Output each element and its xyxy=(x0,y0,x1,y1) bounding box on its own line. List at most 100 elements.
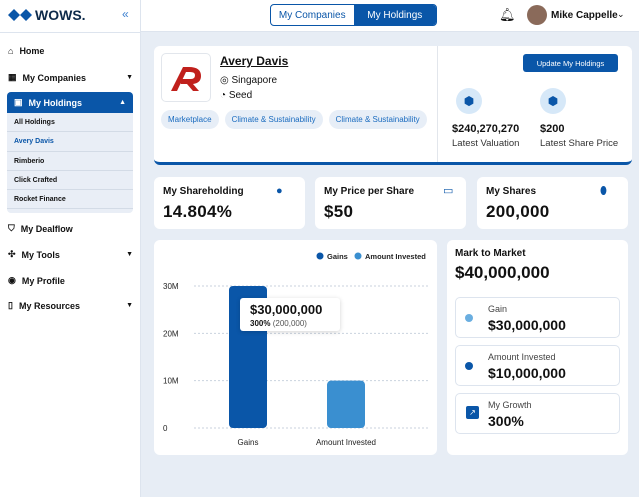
stat-card-price: My Price per Share $50 ▭ xyxy=(315,177,466,229)
bar-amount-invested[interactable] xyxy=(327,380,365,428)
stat-value: 14.804% xyxy=(163,202,233,221)
mtm-value: $40,000,000 xyxy=(455,263,550,282)
y-tick-label: 0 xyxy=(163,424,168,433)
bell-icon[interactable]: 🔔︎ xyxy=(499,7,516,23)
holding-item[interactable]: Click Crafted xyxy=(7,171,133,191)
label: My Profile xyxy=(21,275,65,286)
chevron-down-icon: ▼ xyxy=(126,302,133,309)
latest-valuation: $240,270,270 xyxy=(452,123,520,135)
growth-value: 300% xyxy=(488,413,524,429)
sidebar-item-my-profile[interactable]: ◉ My Profile xyxy=(8,275,133,286)
bar-chart: 0 10M 20M 30M Gains Amount Invested Gains Amoun… xyxy=(163,252,430,447)
shield-icon: ⛉ xyxy=(8,223,15,233)
user-name[interactable]: Mike Cappelle xyxy=(551,10,618,21)
company-card: Avery Davis ◎ Singapore ◔ Seed Marketpla… xyxy=(154,46,632,165)
tab-my-holdings[interactable]: My Holdings xyxy=(353,5,436,25)
tools-icon: ✣ xyxy=(8,249,16,259)
legend-label: Gains xyxy=(327,252,348,261)
stat-value: 200,000 xyxy=(486,202,550,221)
chevron-down-icon: ▼ xyxy=(126,251,133,258)
book-icon: ▯ xyxy=(8,300,13,310)
label: My Resources xyxy=(18,300,80,311)
holding-item[interactable]: All Holdings xyxy=(7,113,133,133)
latest-share-price-label: Latest Share Price xyxy=(540,138,619,149)
home-icon: ⌂ xyxy=(8,46,14,56)
boxes-icon: ▣ xyxy=(14,97,23,107)
update-holdings-button[interactable]: Update My Holdings xyxy=(523,54,618,72)
y-tick-label: 10M xyxy=(163,377,179,386)
invested-value: $10,000,000 xyxy=(488,365,566,381)
sidebar-item-my-tools[interactable]: ✣ My Tools ▼ xyxy=(8,249,133,260)
location: ◎ Singapore xyxy=(220,75,278,86)
sidebar: WOWS. « ⌂ Home ▦ My Companies ▼ ▣ My Holding… xyxy=(0,0,141,497)
sidebar-item-my-companies[interactable]: ▦ My Companies ▼ xyxy=(8,72,133,83)
growth-label: My Growth xyxy=(488,400,532,410)
holding-item[interactable]: Rimberio xyxy=(7,152,133,171)
growth-box: ↗ My Growth 300% xyxy=(455,393,620,434)
holding-item-active[interactable]: Avery Davis xyxy=(7,132,133,152)
legend-label: Amount Invested xyxy=(365,252,426,261)
stat-card-shareholding: My Shareholding 14.804% ● xyxy=(154,177,305,229)
presentation-icon: ▭ xyxy=(443,185,454,197)
latest-share-price: $200 xyxy=(540,123,565,135)
money-bag-icon: ⬮ xyxy=(600,185,607,197)
x-tick-label: Gains xyxy=(238,438,259,447)
logo: WOWS. xyxy=(8,7,86,23)
piggy-bank-icon: ● xyxy=(276,185,283,197)
label: My Holdings xyxy=(28,97,83,108)
stat-label: My Shareholding xyxy=(163,186,244,197)
view-toggle: My Companies My Holdings xyxy=(270,4,437,26)
tooltip-value: $30,000,000 xyxy=(250,302,323,317)
stage: ◔ Seed xyxy=(220,90,253,101)
label: My Dealflow xyxy=(20,223,73,234)
mtm-title: Mark to Market xyxy=(455,248,526,259)
chart-card: 0 10M 20M 30M Gains Amount Invested Gains Amoun… xyxy=(154,240,437,455)
sidebar-item-home[interactable]: ⌂ Home xyxy=(8,46,133,56)
chevron-down-icon[interactable]: ⌄ xyxy=(617,9,625,20)
legend-marker xyxy=(316,252,324,260)
x-tick-label: Amount Invested xyxy=(316,438,376,447)
tag: Climate & Sustainability xyxy=(328,110,427,129)
label: My Tools xyxy=(21,249,60,260)
sidebar-item-my-holdings[interactable]: ▣ My Holdings ▲ xyxy=(7,92,133,113)
invested-dot xyxy=(465,362,473,370)
sidebar-item-my-resources[interactable]: ▯ My Resources ▼ xyxy=(8,300,133,311)
company-logo-icon xyxy=(171,66,201,91)
sidebar-item-my-dealflow[interactable]: ⛉ My Dealflow xyxy=(8,223,133,234)
trend-icon: ↗ xyxy=(466,406,479,419)
stage-text: Seed xyxy=(228,90,253,101)
gain-box: Gain $30,000,000 xyxy=(455,297,620,338)
latest-valuation-label: Latest Valuation xyxy=(452,138,520,149)
gain-dot xyxy=(465,314,473,322)
logo-icon xyxy=(8,9,32,21)
tags: Marketplace Climate & Sustainability Cli… xyxy=(161,110,427,129)
stat-label: My Shares xyxy=(486,186,537,197)
legend-marker xyxy=(354,252,362,260)
tooltip-pct: 300% xyxy=(250,319,271,328)
chart-tooltip: $30,000,000 300% (200,000) xyxy=(240,298,340,331)
chevron-down-icon: ▼ xyxy=(126,74,133,81)
tooltip-shares: (200,000) xyxy=(272,319,307,328)
avatar[interactable] xyxy=(527,5,547,25)
tag: Marketplace xyxy=(161,110,219,129)
gain-label: Gain xyxy=(488,304,508,314)
y-tick-label: 20M xyxy=(163,329,179,338)
cube-icon: ⬢ xyxy=(540,88,566,114)
stat-card-shares: My Shares 200,000 ⬮ xyxy=(477,177,628,229)
tab-my-companies[interactable]: My Companies xyxy=(271,5,354,25)
y-tick-label: 30M xyxy=(163,282,179,291)
location-text: Singapore xyxy=(231,75,278,86)
cube-icon: ⬢ xyxy=(456,88,482,114)
holding-item[interactable]: Rocket Finance xyxy=(7,190,133,210)
label: My Companies xyxy=(22,72,87,83)
chevron-up-icon: ▲ xyxy=(119,99,126,106)
user-icon: ◉ xyxy=(8,275,16,285)
invested-label: Amount Invested xyxy=(488,352,556,362)
company-name[interactable]: Avery Davis xyxy=(220,54,288,68)
amount-invested-box: Amount Invested $10,000,000 xyxy=(455,345,620,386)
collapse-sidebar-icon[interactable]: « xyxy=(122,7,129,21)
label: Home xyxy=(19,46,45,56)
stat-label: My Price per Share xyxy=(324,186,415,197)
company-logo xyxy=(161,53,211,102)
gain-value: $30,000,000 xyxy=(488,317,566,333)
